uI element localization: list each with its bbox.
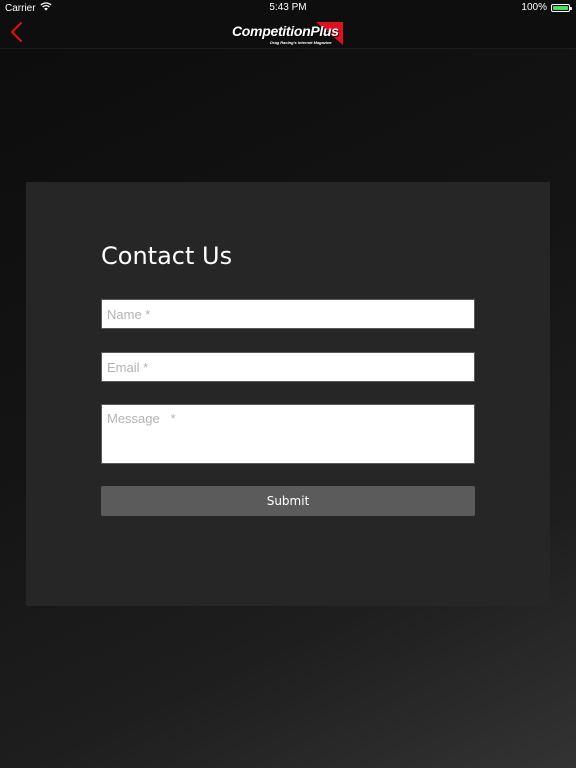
battery-tip — [570, 6, 572, 10]
name-input[interactable] — [101, 299, 475, 329]
status-right: 100% — [521, 2, 572, 13]
submit-button[interactable]: Submit — [101, 486, 475, 516]
logo-subtitle: Drag Racing's Internet Magazine — [270, 40, 332, 45]
back-button[interactable] — [6, 20, 30, 44]
battery-percent: 100% — [521, 2, 547, 13]
nav-bar: CompetitionPlus Drag Racing's Internet M… — [0, 16, 576, 49]
status-time: 5:43 PM — [269, 2, 307, 13]
contact-panel: Contact Us Submit — [26, 182, 550, 606]
chevron-left-icon — [11, 22, 22, 42]
competition-plus-logo: CompetitionPlus Drag Racing's Internet M… — [232, 21, 345, 47]
logo-title: CompetitionPlus — [232, 23, 339, 39]
battery-icon — [551, 3, 572, 12]
email-input[interactable] — [101, 352, 475, 382]
message-textarea[interactable] — [101, 404, 475, 464]
page-title: Contact Us — [101, 242, 233, 270]
battery-fill — [553, 5, 568, 10]
status-bar: Carrier 5:43 PM 100% — [0, 0, 576, 16]
